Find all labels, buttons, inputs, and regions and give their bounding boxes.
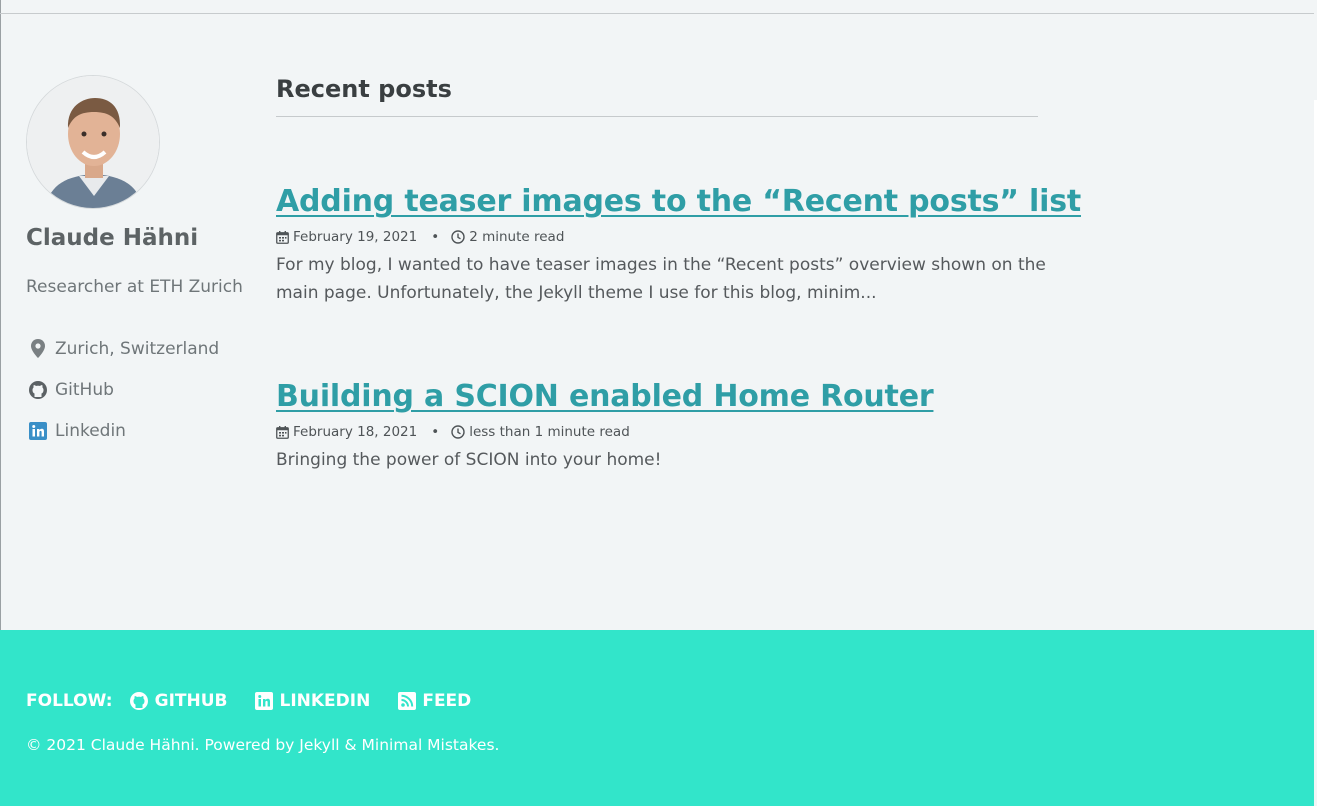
recent-posts-heading: Recent posts — [276, 75, 1038, 117]
calendar-icon — [276, 230, 289, 244]
post-excerpt: For my blog, I wanted to have teaser ima… — [276, 255, 1046, 303]
calendar-icon — [276, 425, 289, 439]
footer-copyright: © 2021 Claude Hähni. Powered by Jekyll &… — [26, 736, 500, 754]
post-read-time: less than 1 minute read — [469, 424, 630, 440]
follow-label: FOLLOW: — [26, 691, 113, 711]
author-location-label: Zurich, Switzerland — [55, 338, 220, 359]
meta-separator: • — [431, 424, 440, 440]
author-github-label[interactable]: GitHub — [55, 380, 114, 400]
post-title-link[interactable]: Building a SCION enabled Home Router — [276, 379, 934, 414]
author-link-github[interactable]: GitHub — [26, 369, 219, 410]
meta-separator: • — [431, 229, 440, 245]
author-link-linkedin[interactable]: Linkedin — [26, 410, 219, 451]
github-icon — [129, 691, 149, 711]
footer-link-github[interactable]: GITHUB — [129, 691, 228, 711]
author-location: Zurich, Switzerland — [26, 328, 219, 369]
post-item: Adding teaser images to the “Recent post… — [276, 184, 1081, 307]
clock-icon — [451, 230, 465, 244]
footer-github-label[interactable]: GITHUB — [155, 691, 228, 711]
post-title-link[interactable]: Adding teaser images to the “Recent post… — [276, 184, 1081, 219]
post-date: February 18, 2021 — [293, 424, 418, 440]
post-date: February 19, 2021 — [293, 229, 418, 245]
author-avatar — [26, 75, 160, 209]
author-linkedin-label[interactable]: Linkedin — [55, 421, 126, 441]
page-footer: FOLLOW: GITHUB LINKEDIN FEED © 2021 Clau… — [0, 630, 1314, 806]
footer-feed-label[interactable]: FEED — [422, 691, 471, 711]
footer-link-feed[interactable]: FEED — [398, 691, 471, 711]
post-meta: February 18, 2021 • less than 1 minute r… — [276, 424, 1046, 440]
author-bio: Researcher at ETH Zurich — [26, 277, 243, 297]
rss-icon — [398, 692, 417, 710]
footer-linkedin-label[interactable]: LINKEDIN — [279, 691, 370, 711]
post-excerpt: Bringing the power of SCION into your ho… — [276, 450, 662, 470]
footer-link-linkedin[interactable]: LINKEDIN — [255, 691, 370, 711]
masthead-divider — [0, 13, 1314, 14]
linkedin-icon — [26, 419, 50, 443]
author-name: Claude Hähni — [26, 225, 199, 251]
github-icon — [26, 378, 50, 402]
post-meta: February 19, 2021 • 2 minute read — [276, 229, 1046, 245]
map-marker-icon — [26, 337, 50, 361]
clock-icon — [451, 425, 465, 439]
author-links: Zurich, Switzerland GitHub Linkedin — [26, 328, 219, 451]
footer-follow: FOLLOW: GITHUB LINKEDIN FEED — [26, 691, 499, 711]
linkedin-icon — [255, 692, 274, 710]
post-item: Building a SCION enabled Home Router Feb… — [276, 379, 1046, 474]
post-read-time: 2 minute read — [469, 229, 565, 245]
